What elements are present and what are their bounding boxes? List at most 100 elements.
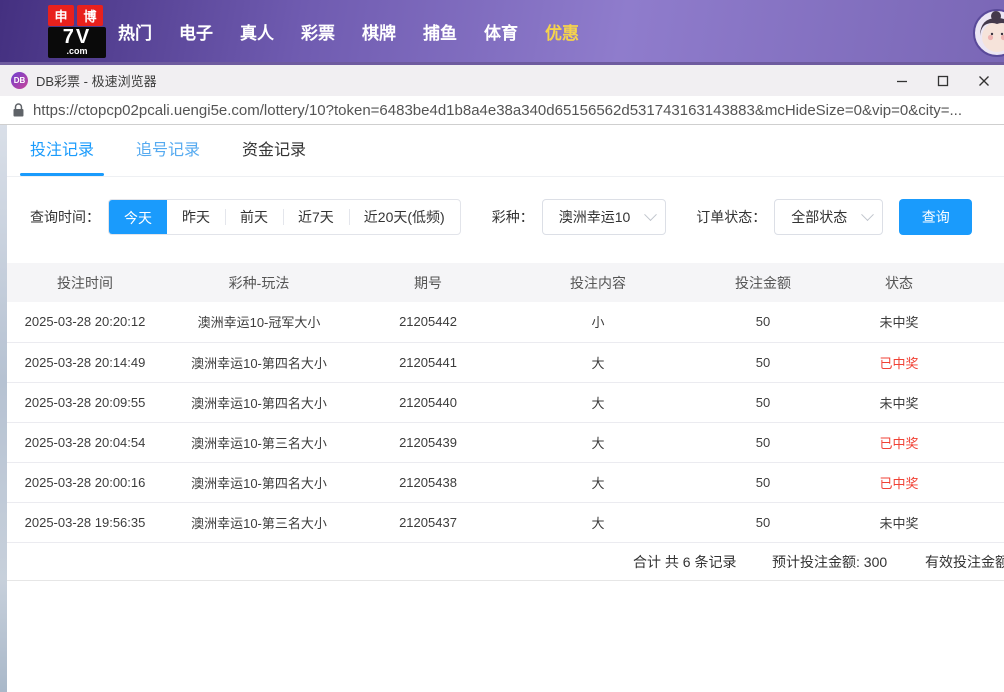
col-header-bet-time: 投注时间 — [57, 274, 113, 291]
time-option-yesterday[interactable]: 昨天 — [167, 200, 225, 234]
col-header-bet-amount: 投注金额 — [735, 274, 791, 291]
cell-lottery-play: 澳洲幸运10-冠军大小 — [170, 302, 348, 343]
maximize-icon — [937, 75, 948, 86]
cell-lottery-play: 澳洲幸运10-第四名大小 — [170, 462, 348, 503]
cell-bet-amount: 50 — [688, 502, 838, 543]
summary-total-records: 合计 共 6 条记录 — [633, 553, 737, 570]
time-option-day-before[interactable]: 前天 — [225, 200, 283, 234]
cell-bet-amount: 50 — [688, 422, 838, 463]
left-edge-strip — [0, 125, 7, 692]
table-row[interactable]: 2025-03-28 20:20:12 澳洲幸运10-冠军大小 21205442… — [0, 302, 1004, 343]
cell-bet-amount: 50 — [688, 382, 838, 423]
cell-issue: 21205438 — [348, 462, 508, 503]
status-badge: 已中奖 — [838, 342, 960, 383]
site-nav: 申 博 7V .com 热门 电子 真人 彩票 棋牌 捕鱼 体育 优惠 — [0, 0, 1004, 62]
lottery-filter-label: 彩种： — [491, 209, 534, 225]
cell-bet-time: 2025-03-28 20:00:16 — [0, 462, 170, 503]
lottery-select-value: 澳洲幸运10 — [558, 209, 631, 225]
cell-issue: 21205437 — [348, 502, 508, 543]
logo-badge-right: 博 — [77, 4, 103, 26]
cell-bet-content: 大 — [508, 462, 688, 503]
minimize-button[interactable] — [881, 65, 922, 96]
cell-bet-time: 2025-03-28 19:56:35 — [0, 502, 170, 543]
summary-row: 合计 共 6 条记录 预计投注金额: 300 有效投注金额 — [0, 543, 1004, 581]
logo-subtext: .com — [48, 46, 106, 58]
cell-bet-time: 2025-03-28 20:14:49 — [0, 342, 170, 383]
user-avatar[interactable] — [973, 9, 1004, 57]
cell-lottery-play: 澳洲幸运10-第四名大小 — [170, 382, 348, 423]
window-title: DB彩票 - 极速浏览器 — [36, 74, 157, 89]
nav-item-live[interactable]: 真人 — [240, 19, 274, 44]
page-content: 投注记录 追号记录 资金记录 查询时间： 今天 昨天 前天 近7天 近20天(低… — [0, 125, 1004, 692]
table-row[interactable]: 2025-03-28 20:14:49 澳洲幸运10-第四名大小 2120544… — [0, 342, 1004, 383]
status-badge: 未中奖 — [838, 502, 960, 543]
close-icon — [978, 75, 989, 86]
logo-badges: 申 博 — [48, 4, 106, 26]
table-row[interactable]: 2025-03-28 20:00:16 澳洲幸运10-第四名大小 2120543… — [0, 462, 1004, 503]
bet-records-table: 投注时间 彩种-玩法 期号 投注内容 投注金额 状态 2025-03-28 20… — [0, 263, 1004, 543]
url-text[interactable]: https://ctopcp02pcali.uengi5e.com/lotter… — [33, 102, 1004, 119]
chevron-down-icon — [644, 207, 658, 221]
cell-bet-amount: 50 — [688, 302, 838, 343]
nav-item-chess[interactable]: 棋牌 — [362, 19, 396, 44]
minimize-icon — [896, 80, 907, 82]
close-button[interactable] — [963, 65, 1004, 96]
summary-expected-amount: 预计投注金额: 300 — [772, 553, 888, 570]
tab-fund-records[interactable]: 资金记录 — [242, 121, 306, 176]
tab-chase-records[interactable]: 追号记录 — [136, 121, 200, 176]
table-row[interactable]: 2025-03-28 19:56:35 澳洲幸运10-第三名大小 2120543… — [0, 502, 1004, 543]
nav-item-sports[interactable]: 体育 — [484, 19, 518, 44]
nav-item-lottery[interactable]: 彩票 — [301, 19, 335, 44]
nav-item-hot[interactable]: 热门 — [118, 19, 152, 44]
nav-item-electronic[interactable]: 电子 — [179, 19, 213, 44]
table-row[interactable]: 2025-03-28 20:04:54 澳洲幸运10-第三名大小 2120543… — [0, 422, 1004, 463]
order-status-select[interactable]: 全部状态 — [774, 199, 884, 235]
tab-bet-records[interactable]: 投注记录 — [19, 121, 105, 176]
cell-bet-time: 2025-03-28 20:04:54 — [0, 422, 170, 463]
browser-title-bar: DB DB彩票 - 极速浏览器 — [0, 65, 1004, 96]
cell-bet-content: 大 — [508, 502, 688, 543]
nav-item-promo[interactable]: 优惠 — [545, 19, 579, 44]
summary-valid-amount: 有效投注金额 — [925, 553, 1004, 570]
cell-bet-content: 大 — [508, 342, 688, 383]
col-header-bet-content: 投注内容 — [570, 274, 626, 291]
status-filter-label: 订单状态： — [696, 209, 767, 225]
cell-bet-content: 大 — [508, 422, 688, 463]
browser-app-icon: DB — [11, 72, 28, 89]
lock-icon — [13, 103, 24, 117]
status-badge: 已中奖 — [838, 462, 960, 503]
status-badge: 已中奖 — [838, 422, 960, 463]
time-option-20days[interactable]: 近20天(低频) — [348, 200, 460, 234]
time-option-today[interactable]: 今天 — [109, 200, 167, 234]
filter-row: 查询时间： 今天 昨天 前天 近7天 近20天(低频) 彩种： 澳洲幸运10 订… — [0, 199, 1004, 235]
lottery-select[interactable]: 澳洲幸运10 — [541, 199, 667, 235]
nav-item-fishing[interactable]: 捕鱼 — [423, 19, 457, 44]
cell-issue: 21205439 — [348, 422, 508, 463]
col-header-issue: 期号 — [414, 274, 442, 291]
table-row[interactable]: 2025-03-28 20:09:55 澳洲幸运10-第四名大小 2120544… — [0, 382, 1004, 423]
cell-bet-amount: 50 — [688, 462, 838, 503]
time-filter-group: 今天 昨天 前天 近7天 近20天(低频) — [108, 199, 461, 235]
logo-badge-left: 申 — [48, 4, 74, 26]
time-option-7days[interactable]: 近7天 — [283, 200, 349, 234]
cell-issue: 21205442 — [348, 302, 508, 343]
time-filter-label: 查询时间： — [30, 209, 100, 225]
table-header-row: 投注时间 彩种-玩法 期号 投注内容 投注金额 状态 — [0, 263, 1004, 302]
logo-text: 7V — [48, 26, 106, 47]
window-controls — [881, 65, 1004, 96]
cell-bet-content: 大 — [508, 382, 688, 423]
query-button[interactable]: 查询 — [899, 199, 973, 235]
status-badge: 未中奖 — [838, 382, 960, 423]
col-header-status: 状态 — [885, 274, 913, 291]
chevron-down-icon — [861, 207, 875, 221]
col-header-lottery-play: 彩种-玩法 — [228, 274, 290, 291]
cell-bet-time: 2025-03-28 20:09:55 — [0, 382, 170, 423]
cell-lottery-play: 澳洲幸运10-第四名大小 — [170, 342, 348, 383]
cell-issue: 21205440 — [348, 382, 508, 423]
cell-bet-amount: 50 — [688, 342, 838, 383]
order-status-value: 全部状态 — [791, 209, 848, 225]
maximize-button[interactable] — [922, 65, 963, 96]
cell-lottery-play: 澳洲幸运10-第三名大小 — [170, 422, 348, 463]
cell-lottery-play: 澳洲幸运10-第三名大小 — [170, 502, 348, 543]
site-logo[interactable]: 申 博 7V .com — [48, 4, 106, 58]
